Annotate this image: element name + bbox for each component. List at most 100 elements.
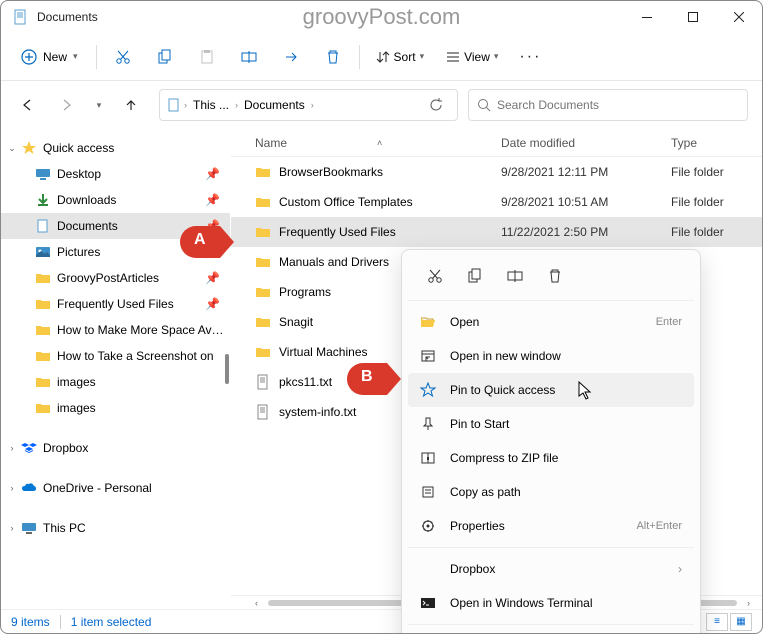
context-menu: Open Enter Open in new window Pin to Qui… [401, 249, 701, 634]
paste-button[interactable] [187, 39, 227, 75]
recent-button[interactable]: ▾ [89, 87, 109, 123]
navigation-pane: ⌄ Quick access Desktop 📌 Downloads 📌 Doc… [1, 129, 231, 609]
address-bar[interactable]: › This ... › Documents › [159, 89, 458, 121]
pin-icon: 📌 [205, 193, 220, 207]
chevron-right-icon: › [5, 483, 19, 493]
copy-button[interactable] [145, 39, 185, 75]
sidebar-item-folder[interactable]: images [1, 395, 230, 421]
col-header-name[interactable]: Name˄ [255, 136, 501, 150]
download-icon [35, 192, 51, 208]
selection-count: 1 item selected [71, 615, 152, 629]
zip-icon [420, 450, 436, 466]
refresh-button[interactable] [421, 98, 451, 112]
sort-asc-icon: ˄ [377, 138, 382, 148]
ctx-copy-button[interactable] [456, 260, 494, 292]
ctx-show-more[interactable]: Show more options Shift+F10 [408, 629, 694, 634]
view-label: View [464, 50, 490, 64]
file-name: BrowserBookmarks [279, 165, 501, 179]
close-button[interactable] [716, 1, 762, 33]
documents-icon [35, 218, 51, 234]
ctx-cut-button[interactable] [416, 260, 454, 292]
ctx-pin-quick-access[interactable]: Pin to Quick access [408, 373, 694, 407]
details-view-button[interactable]: ≡ [706, 613, 728, 631]
chevron-down-icon: ▾ [494, 51, 499, 62]
ctx-rename-button[interactable] [496, 260, 534, 292]
sidebar-item-documents[interactable]: Documents 📌 [1, 213, 230, 239]
sidebar-item-thispc[interactable]: › This PC [1, 515, 230, 541]
search-input[interactable] [497, 98, 739, 112]
col-header-type[interactable]: Type [671, 136, 762, 150]
col-header-date[interactable]: Date modified [501, 136, 671, 150]
back-button[interactable] [9, 87, 45, 123]
ctx-open-new-window[interactable]: Open in new window [408, 339, 694, 373]
trash-icon [325, 49, 341, 65]
more-button[interactable]: ··· [510, 39, 550, 75]
sidebar-item-pictures[interactable]: Pictures 📌 [1, 239, 230, 265]
folder-icon [35, 270, 51, 286]
star-outline-icon [420, 382, 436, 398]
new-label: New [43, 50, 67, 64]
file-type: File folder [671, 225, 762, 239]
sidebar-item-downloads[interactable]: Downloads 📌 [1, 187, 230, 213]
forward-button[interactable] [49, 87, 85, 123]
new-button[interactable]: New ▾ [9, 43, 90, 71]
sidebar-item-groovypostarticles[interactable]: GroovyPostArticles 📌 [1, 265, 230, 291]
breadcrumb-seg[interactable]: This ... [189, 98, 233, 112]
pin-icon: 📌 [205, 297, 220, 311]
rename-button[interactable] [229, 39, 269, 75]
sidebar-item-dropbox[interactable]: › Dropbox [1, 435, 230, 461]
folder-icon [35, 400, 51, 416]
maximize-button[interactable] [670, 1, 716, 33]
sidebar-item-folder[interactable]: How to Make More Space Available [1, 317, 230, 343]
titlebar: Documents [1, 1, 762, 33]
folder-icon [255, 164, 271, 180]
ctx-open-terminal[interactable]: Open in Windows Terminal [408, 586, 694, 620]
splitter[interactable] [224, 129, 230, 609]
rename-icon [507, 268, 523, 284]
up-button[interactable] [113, 87, 149, 123]
dropbox-icon [21, 440, 37, 456]
documents-icon [13, 9, 29, 25]
paste-icon [199, 49, 215, 65]
documents-icon [166, 97, 182, 113]
sidebar-item-desktop[interactable]: Desktop 📌 [1, 161, 230, 187]
ctx-open[interactable]: Open Enter [408, 305, 694, 339]
sidebar-item-folder[interactable]: How to Take a Screenshot on [1, 343, 230, 369]
ctx-compress-zip[interactable]: Compress to ZIP file [408, 441, 694, 475]
ctx-copy-path[interactable]: Copy as path [408, 475, 694, 509]
file-row[interactable]: Custom Office Templates9/28/2021 10:51 A… [231, 187, 762, 217]
share-button[interactable] [271, 39, 311, 75]
chevron-right-icon: › [233, 100, 240, 110]
sidebar-item-quick-access[interactable]: ⌄ Quick access [1, 135, 230, 161]
sort-button[interactable]: Sort ▾ [366, 44, 435, 70]
ctx-delete-button[interactable] [536, 260, 574, 292]
file-row[interactable]: Frequently Used Files11/22/2021 2:50 PMF… [231, 217, 762, 247]
window-icon [420, 348, 436, 364]
ctx-pin-start[interactable]: Pin to Start [408, 407, 694, 441]
breadcrumb-seg[interactable]: Documents [240, 98, 309, 112]
column-headers: Name˄ Date modified Type [231, 129, 762, 157]
share-icon [283, 49, 299, 65]
pin-icon [420, 416, 436, 432]
sidebar-item-onedrive[interactable]: › OneDrive - Personal [1, 475, 230, 501]
text-file-icon [255, 374, 271, 390]
sidebar-item-frequently-used[interactable]: Frequently Used Files 📌 [1, 291, 230, 317]
nav-bar: ▾ › This ... › Documents › [1, 81, 762, 129]
file-explorer-window: groovyPost.com Documents New ▾ Sort ▾ [0, 0, 763, 634]
folder-icon [255, 224, 271, 240]
file-name: Frequently Used Files [279, 225, 501, 239]
chevron-right-icon: › [678, 562, 682, 576]
delete-button[interactable] [313, 39, 353, 75]
file-row[interactable]: BrowserBookmarks9/28/2021 12:11 PMFile f… [231, 157, 762, 187]
desktop-icon [35, 166, 51, 182]
scissors-icon [115, 49, 131, 65]
ctx-dropbox-submenu[interactable]: Dropbox › [408, 552, 694, 586]
view-button[interactable]: View ▾ [436, 44, 508, 70]
sidebar-item-folder[interactable]: images [1, 369, 230, 395]
ctx-properties[interactable]: Properties Alt+Enter [408, 509, 694, 543]
search-box[interactable] [468, 89, 748, 121]
large-icons-button[interactable]: ▦ [730, 613, 752, 631]
sort-label: Sort [394, 50, 416, 64]
minimize-button[interactable] [624, 1, 670, 33]
cut-button[interactable] [103, 39, 143, 75]
